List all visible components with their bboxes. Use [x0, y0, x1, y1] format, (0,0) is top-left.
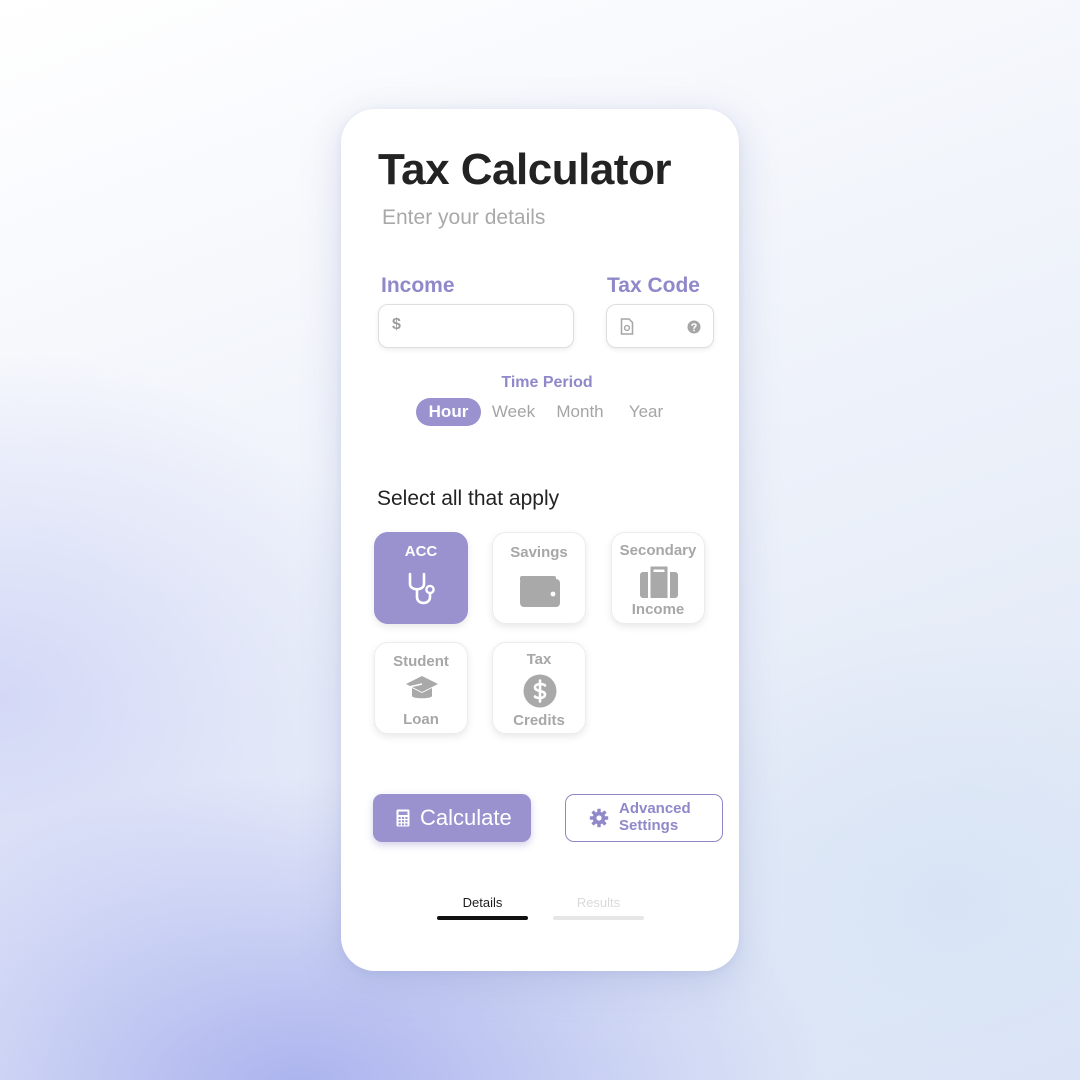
page-subtitle: Enter your details — [382, 206, 546, 229]
option-label-bottom: Credits — [513, 712, 565, 729]
dollar-coin-icon — [523, 674, 557, 708]
graduation-cap-icon — [406, 676, 438, 699]
help-icon[interactable] — [687, 320, 701, 334]
wallet-icon — [520, 576, 560, 607]
briefcase-icon — [640, 566, 678, 598]
advanced-label-line2: Settings — [619, 817, 679, 834]
option-label-top: Tax — [526, 651, 552, 668]
stethoscope-icon — [408, 572, 435, 605]
advanced-label-line1: Advanced — [619, 800, 691, 817]
page-title: Tax Calculator — [378, 145, 671, 194]
option-secondary-income[interactable]: Secondary Income — [611, 532, 705, 624]
calculator-icon — [396, 809, 410, 827]
option-label: Savings — [510, 544, 568, 561]
period-month[interactable]: Month — [548, 398, 612, 426]
option-label-top: Student — [393, 653, 449, 670]
tax-code-label: Tax Code — [607, 274, 700, 297]
time-period-label: Time Period — [501, 374, 593, 391]
gear-icon — [589, 808, 609, 828]
option-label-bottom: Loan — [403, 711, 439, 728]
option-label-top: Secondary — [619, 542, 697, 559]
period-hour[interactable]: Hour — [416, 398, 481, 426]
option-tax-credits[interactable]: Tax Credits — [492, 642, 586, 734]
advanced-settings-label: Advanced Settings — [619, 800, 719, 834]
tax-code-field[interactable] — [606, 304, 714, 348]
options-heading: Select all that apply — [377, 487, 560, 510]
option-label-bottom: Income — [631, 601, 685, 618]
calculator-card: Tax Calculator Enter your details Income… — [341, 109, 739, 971]
calculate-label: Calculate — [420, 805, 512, 830]
tab-details-indicator — [437, 916, 528, 920]
option-acc[interactable]: ACC — [374, 532, 468, 624]
calculate-button[interactable]: Calculate — [373, 794, 531, 842]
tab-results[interactable]: Results — [553, 895, 644, 910]
option-savings[interactable]: Savings — [492, 532, 586, 624]
advanced-settings-button[interactable]: Advanced Settings — [565, 794, 723, 842]
tab-details[interactable]: Details — [437, 895, 528, 910]
option-label: ACC — [404, 543, 438, 560]
income-field[interactable]: $ — [378, 304, 574, 348]
period-year[interactable]: Year — [621, 398, 671, 426]
period-week[interactable]: Week — [486, 398, 541, 426]
option-student-loan[interactable]: Student Loan — [374, 642, 468, 734]
tab-results-indicator — [553, 916, 644, 920]
dollar-sign: $ — [392, 316, 401, 333]
income-label: Income — [381, 274, 455, 297]
document-icon — [620, 318, 634, 335]
